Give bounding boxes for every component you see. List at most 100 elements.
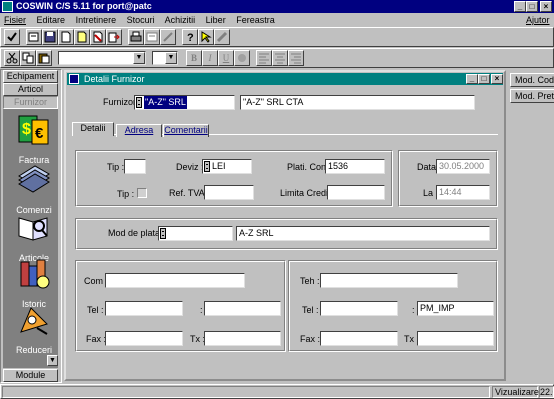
delete-doc-icon[interactable]	[90, 29, 106, 45]
tel1-label: Tel :	[87, 305, 104, 315]
menu-editare[interactable]: Editare	[37, 15, 66, 25]
teh-field[interactable]	[320, 273, 458, 288]
mod-cod-button[interactable]: Mod. Cod	[510, 73, 554, 87]
la-field: 14:44	[436, 185, 490, 200]
fax1-label: Fax :	[86, 334, 107, 344]
size-select-arrow[interactable]: ▼	[165, 52, 177, 64]
app-icon	[2, 1, 13, 12]
nav-tab-articol[interactable]: Articol	[3, 83, 58, 96]
preview-icon[interactable]	[144, 29, 160, 45]
supplier-window-title: Detalii Furnizor	[84, 74, 145, 84]
mod-plata-code-field[interactable]	[158, 226, 233, 241]
app-title: COSWIN C/S 5.11 for port@patc	[16, 1, 152, 11]
deviz-label: Deviz :	[176, 162, 204, 172]
tel1-field[interactable]	[105, 301, 183, 316]
new-doc-icon[interactable]	[58, 29, 74, 45]
pen-icon[interactable]	[214, 29, 230, 45]
align-right-icon[interactable]	[288, 50, 304, 66]
tab-detalii[interactable]: Detalii	[72, 122, 114, 136]
window-maximize-button[interactable]: □	[478, 74, 490, 84]
tel2-ext-separator: :	[412, 305, 415, 315]
help-icon[interactable]: ?	[182, 29, 198, 45]
app-maximize-button[interactable]: □	[526, 1, 538, 12]
module-button[interactable]: Module	[3, 369, 58, 382]
module-reduceri[interactable]: Reduceri	[6, 300, 62, 360]
window-minimize-button[interactable]: _	[466, 74, 478, 84]
menu-fereastra[interactable]: Fereastra	[236, 15, 275, 25]
module-scroll-down-button[interactable]: ▼	[47, 355, 58, 366]
menu-bar: Fisier Editare Intretinere Stocuri Achiz…	[4, 14, 283, 26]
limita-credit-field[interactable]	[327, 185, 385, 200]
svg-text:€: €	[35, 125, 44, 142]
status-zoom: 22.0	[539, 386, 554, 398]
app-minimize-button[interactable]: _	[514, 1, 526, 12]
tip2-label: Tip :	[117, 189, 135, 199]
italic-button[interactable]: I	[202, 50, 218, 66]
ref-tva-label: Ref. TVA:	[169, 188, 208, 198]
tel2-field[interactable]	[320, 301, 398, 316]
check-icon[interactable]	[4, 29, 20, 45]
style-select-arrow[interactable]: ▼	[133, 52, 145, 64]
furnizor-name-field[interactable]: "A-Z" SRL CTA	[240, 95, 475, 110]
orders-icon	[18, 165, 50, 193]
tx2-field[interactable]	[417, 331, 494, 346]
cut-icon[interactable]	[4, 50, 20, 66]
tab-comentarii[interactable]: Comentarii	[163, 124, 209, 137]
fax2-field[interactable]	[320, 331, 398, 346]
tel2-label: Tel :	[302, 305, 319, 315]
tel2-ext-field[interactable]: PM_IMP	[417, 301, 494, 316]
invoice-icon: $ €	[18, 115, 49, 145]
edit-icon[interactable]	[26, 29, 42, 45]
export-icon[interactable]	[106, 29, 122, 45]
mod-plata-name-field[interactable]: A-Z SRL	[236, 226, 490, 241]
underline-button[interactable]: U	[218, 50, 234, 66]
furnizor-code-field[interactable]: "A-Z" SRL	[134, 95, 235, 110]
ref-tva-field[interactable]	[204, 185, 254, 200]
plati-cont-field[interactable]: 1536	[325, 159, 385, 174]
lookup-icon[interactable]	[136, 97, 142, 108]
fax1-field[interactable]	[105, 331, 183, 346]
paste-icon[interactable]	[36, 50, 52, 66]
save-icon[interactable]	[42, 29, 58, 45]
right-panel	[508, 69, 554, 383]
align-left-icon[interactable]	[256, 50, 272, 66]
deviz-value: LEI	[212, 161, 226, 171]
menu-achizitii[interactable]: Achizitii	[165, 15, 196, 25]
tip-field[interactable]	[124, 159, 146, 174]
print-icon[interactable]	[128, 29, 144, 45]
fax2-label: Fax :	[300, 334, 321, 344]
copy-doc-icon[interactable]	[74, 29, 90, 45]
module-reduceri-label: Reduceri	[15, 345, 53, 355]
svg-text:?: ?	[187, 32, 194, 43]
menu-intretinere[interactable]: Intretinere	[76, 15, 117, 25]
tel1-ext-field[interactable]	[204, 301, 281, 316]
furnizor-code-value: "A-Z" SRL	[144, 96, 187, 109]
tip-checkbox[interactable]	[137, 188, 147, 198]
color-icon[interactable]	[234, 50, 250, 66]
mod-plata-lookup-icon[interactable]	[160, 228, 166, 239]
history-icon	[20, 259, 50, 289]
bold-button[interactable]: B	[186, 50, 202, 66]
menu-ajutor[interactable]: Ajutor	[526, 14, 550, 26]
tip-label: Tip :	[107, 162, 125, 172]
tab-adresa[interactable]: Adresa	[116, 124, 162, 137]
app-close-button[interactable]: ×	[540, 1, 552, 12]
nav-tab-echipament[interactable]: Echipament	[3, 70, 58, 83]
tools-icon[interactable]	[160, 29, 176, 45]
status-panel-main	[2, 386, 490, 398]
mod-pret-button[interactable]: Mod. Pret	[510, 89, 554, 103]
com-field[interactable]	[105, 273, 245, 288]
nav-tab-furnizor[interactable]: Furnizor	[3, 96, 58, 109]
pointer-help-icon[interactable]	[198, 29, 214, 45]
discounts-icon	[20, 307, 48, 335]
tx1-field[interactable]	[204, 331, 281, 346]
menu-fisier[interactable]: Fisier	[4, 15, 26, 25]
deviz-field[interactable]: LEI	[202, 159, 252, 174]
mod-plata-label: Mod de plata :	[108, 228, 166, 238]
menu-liber[interactable]: Liber	[206, 15, 226, 25]
align-center-icon[interactable]	[272, 50, 288, 66]
copy-icon[interactable]	[20, 50, 36, 66]
window-close-button[interactable]: ×	[491, 74, 503, 84]
deviz-lookup-icon[interactable]	[204, 161, 210, 172]
menu-stocuri[interactable]: Stocuri	[127, 15, 155, 25]
